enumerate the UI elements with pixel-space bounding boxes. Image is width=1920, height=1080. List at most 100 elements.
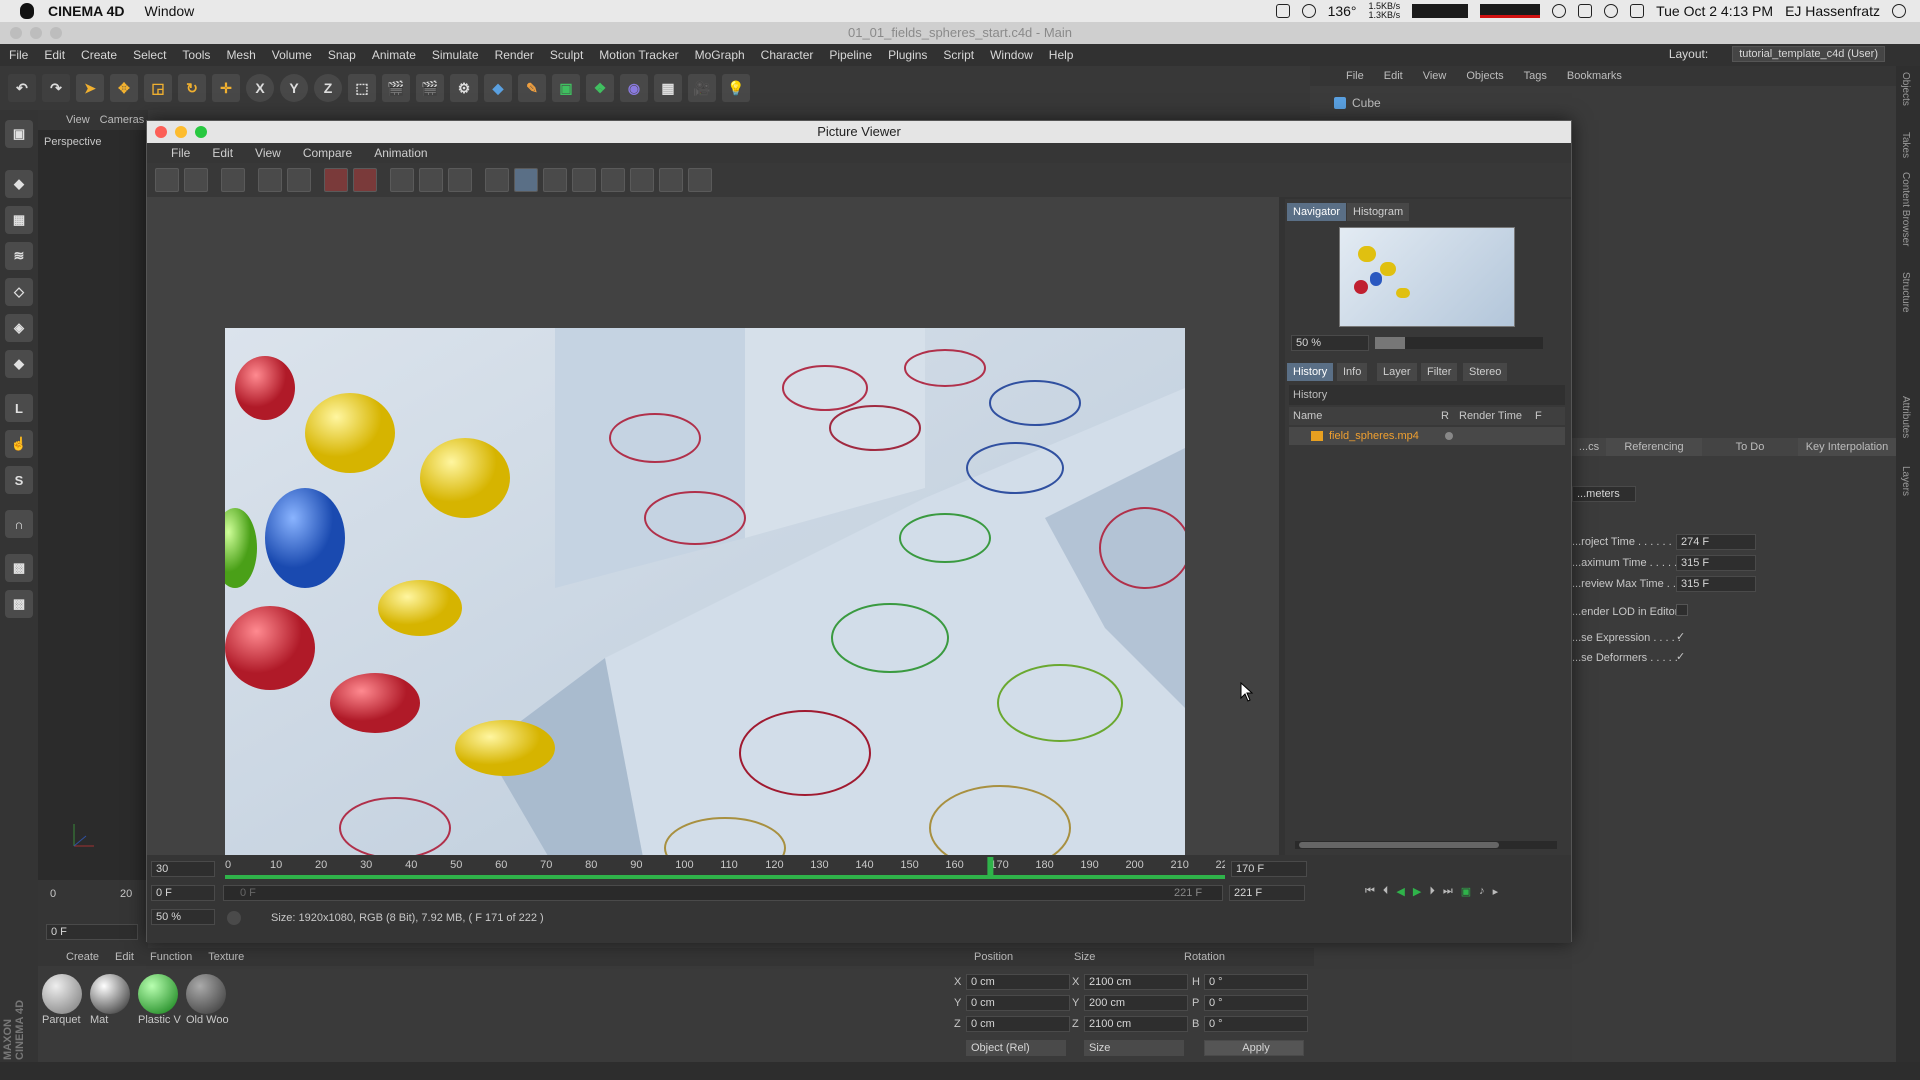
minimize-button[interactable] xyxy=(30,27,42,39)
crop-icon[interactable] xyxy=(659,168,683,192)
light-icon[interactable]: 💡 xyxy=(722,74,750,102)
points-mode-icon[interactable]: ◇ xyxy=(5,278,33,306)
coordinate-system-icon[interactable]: ⬚ xyxy=(348,74,376,102)
menu-item[interactable]: Simulate xyxy=(432,48,479,62)
material-parquet[interactable]: Parquet xyxy=(42,974,86,1026)
stop-all-icon[interactable] xyxy=(353,168,377,192)
timeline-ruler[interactable]: 0 10 20 30 40 50 60 70 80 90 100 110 120 130 140 150 160… xyxy=(223,855,1225,885)
floor-icon[interactable]: ▦ xyxy=(654,74,682,102)
camera-icon[interactable]: 🎥 xyxy=(688,74,716,102)
material-old-wood[interactable]: Old Woo xyxy=(186,974,230,1026)
coord-mode-select[interactable]: Object (Rel) xyxy=(966,1040,1066,1056)
size-x-field[interactable]: 2100 cm xyxy=(1084,974,1188,990)
material-mat[interactable]: Mat xyxy=(90,974,134,1026)
rotate-tool-icon[interactable]: ↻ xyxy=(178,74,206,102)
navigator-thumbnail[interactable] xyxy=(1339,227,1515,327)
app-menu[interactable]: CINEMA 4D xyxy=(48,3,125,19)
render-settings-icon[interactable]: ⚙ xyxy=(450,74,478,102)
menu-item[interactable]: Select xyxy=(133,48,166,62)
attr-tab-referencing[interactable]: Referencing xyxy=(1606,438,1702,456)
menu-item[interactable]: Animate xyxy=(372,48,416,62)
snap-icon[interactable]: S xyxy=(5,466,33,494)
render-canvas[interactable] xyxy=(147,197,1279,868)
workplane-icon[interactable]: ≋ xyxy=(5,242,33,270)
play-forward-icon[interactable]: ▶ xyxy=(1413,885,1421,898)
tab-history[interactable]: History xyxy=(1287,363,1334,381)
menu-item[interactable]: Snap xyxy=(328,48,356,62)
compare-icon[interactable] xyxy=(448,168,472,192)
prev-key-icon[interactable]: ⏴ xyxy=(1383,885,1389,898)
axis-x-button[interactable]: X xyxy=(246,74,274,102)
om-menu-edit[interactable]: Edit xyxy=(1384,70,1403,82)
mat-menu-edit[interactable]: Edit xyxy=(115,951,134,963)
pv-menu-view[interactable]: View xyxy=(255,146,281,160)
tab-takes[interactable]: Takes xyxy=(1900,132,1911,158)
viewport-menu-view[interactable]: View xyxy=(66,114,90,126)
view-split-icon[interactable] xyxy=(419,168,443,192)
menu-item[interactable]: Plugins xyxy=(888,48,927,62)
pv-menu-edit[interactable]: Edit xyxy=(212,146,233,160)
ab-icon[interactable] xyxy=(485,168,509,192)
menu-item[interactable]: Script xyxy=(943,48,974,62)
use-expression-checkbox[interactable]: ✓ xyxy=(1676,630,1685,643)
material-plastic[interactable]: Plastic V xyxy=(138,974,182,1026)
next-key-icon[interactable]: ⏵ xyxy=(1429,885,1435,898)
fps-field[interactable]: 30 xyxy=(151,861,215,877)
deformer-icon[interactable]: ◉ xyxy=(620,74,648,102)
om-menu-view[interactable]: View xyxy=(1423,70,1447,82)
end-frame-field[interactable]: 221 F xyxy=(1229,885,1305,901)
size-z-field[interactable]: 2100 cm xyxy=(1084,1016,1188,1032)
zoom-button[interactable] xyxy=(50,27,62,39)
search-icon[interactable] xyxy=(1892,4,1906,18)
status-icon[interactable] xyxy=(1301,4,1316,18)
go-end-icon[interactable]: ⏭ xyxy=(1443,885,1453,898)
open-icon[interactable] xyxy=(155,168,179,192)
pv-menu-file[interactable]: File xyxy=(171,146,190,160)
window-menu[interactable]: Window xyxy=(145,3,195,19)
attr-tab-key-interpolation[interactable]: Key Interpolation xyxy=(1798,438,1896,456)
render-icon[interactable] xyxy=(287,168,311,192)
magnet-icon[interactable]: ∩ xyxy=(5,510,33,538)
texture-mode-icon[interactable]: ▦ xyxy=(5,206,33,234)
pv-zoom-button[interactable] xyxy=(195,126,207,138)
pv-menu-compare[interactable]: Compare xyxy=(303,146,352,160)
attr-tab-todo[interactable]: To Do xyxy=(1702,438,1798,456)
axis-z-button[interactable]: Z xyxy=(314,74,342,102)
apply-button[interactable]: Apply xyxy=(1204,1040,1304,1056)
preview-max-time-field[interactable]: 315 F xyxy=(1676,576,1756,592)
live-select-icon[interactable]: ✛ xyxy=(212,74,240,102)
volume-icon[interactable] xyxy=(1630,4,1645,18)
apple-icon[interactable] xyxy=(20,3,34,19)
tab-structure[interactable]: Structure xyxy=(1900,272,1911,313)
view-single-icon[interactable] xyxy=(390,168,414,192)
project-time-field[interactable]: 274 F xyxy=(1676,534,1756,550)
close-button[interactable] xyxy=(10,27,22,39)
undo-button[interactable]: ↶ xyxy=(8,74,36,102)
wifi-icon[interactable] xyxy=(1604,4,1619,18)
save-icon[interactable] xyxy=(184,168,208,192)
pv-menu-animation[interactable]: Animation xyxy=(374,146,427,160)
layout-select[interactable]: tutorial_template_c4d (User) xyxy=(1732,46,1885,62)
menu-item[interactable]: Edit xyxy=(44,48,65,62)
render-region-icon[interactable] xyxy=(258,168,282,192)
menu-item[interactable]: Create xyxy=(81,48,117,62)
cloud-icon[interactable] xyxy=(1552,4,1567,18)
menu-item[interactable]: Window xyxy=(990,48,1033,62)
fit-icon[interactable] xyxy=(688,168,712,192)
pv-close-button[interactable] xyxy=(155,126,167,138)
menu-item[interactable]: Character xyxy=(761,48,814,62)
subdivision-icon[interactable]: ▣ xyxy=(552,74,580,102)
tab-attributes[interactable]: Attributes xyxy=(1900,396,1911,438)
current-frame-field[interactable]: 170 F xyxy=(1231,861,1307,877)
tab-info[interactable]: Info xyxy=(1337,363,1368,381)
position-y-field[interactable]: 0 cm xyxy=(966,995,1070,1011)
sound-icon[interactable]: ♪ xyxy=(1479,885,1485,898)
menu-item[interactable]: Help xyxy=(1049,48,1074,62)
rotation-h-field[interactable]: 0 ° xyxy=(1204,974,1308,990)
user-name[interactable]: EJ Hassenfratz xyxy=(1785,3,1880,19)
tab-navigator[interactable]: Navigator xyxy=(1287,203,1347,221)
tab-filter[interactable]: Filter xyxy=(1421,363,1458,381)
tab-layer[interactable]: Layer xyxy=(1377,363,1417,381)
menu-item[interactable]: Volume xyxy=(272,48,312,62)
zoom-level-field[interactable]: 50 % xyxy=(151,909,215,925)
